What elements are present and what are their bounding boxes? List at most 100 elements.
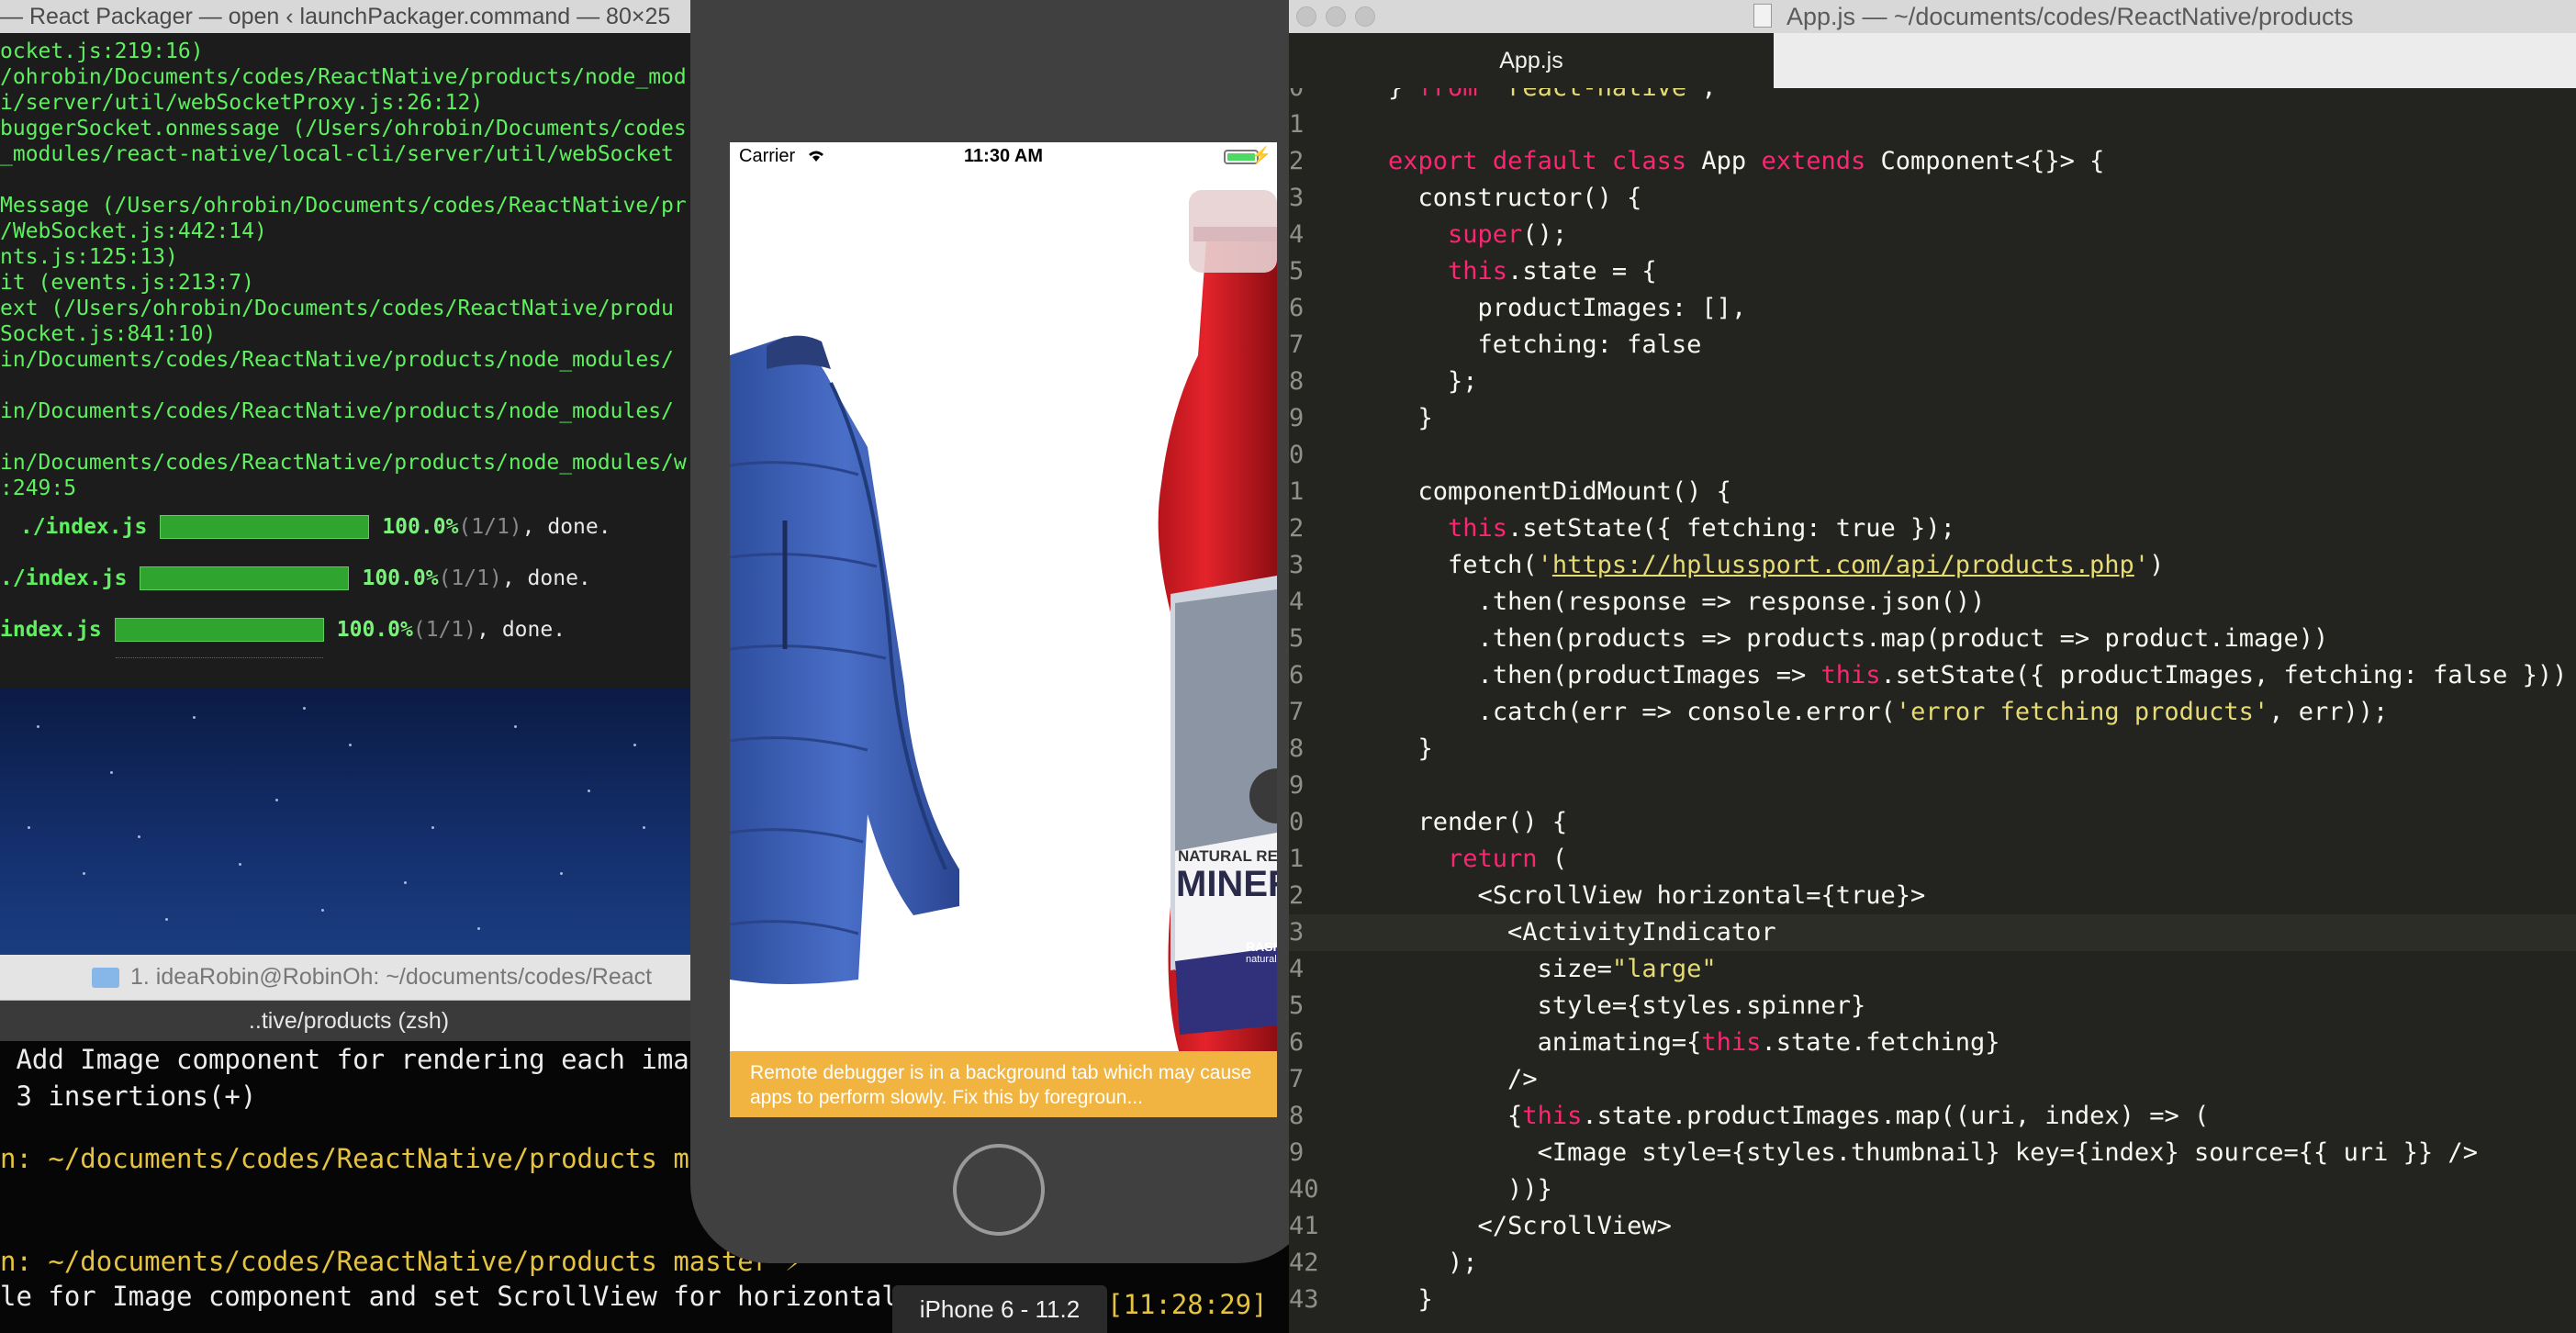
code-line[interactable]: 6 .then(productImages => this.setState({… — [1289, 657, 2576, 694]
code-text[interactable]: .catch(err => console.error('error fetch… — [1388, 694, 2389, 731]
status-time: 11:30 AM — [964, 146, 1043, 166]
bottle-label-small: NATURAL RE — [1178, 847, 1277, 865]
zsh-command-line: le for Image component and set ScrollVie… — [0, 1281, 979, 1312]
star — [321, 909, 324, 912]
code-line[interactable]: 42 ); — [1289, 1245, 2576, 1282]
line-number: 42 — [1289, 1249, 1319, 1277]
code-text[interactable]: this.state = { — [1388, 253, 1657, 290]
line-number: 3 — [1289, 551, 1305, 579]
code-text[interactable]: style={styles.spinner} — [1388, 988, 1866, 1025]
code-text[interactable]: size="large" — [1388, 951, 1717, 988]
code-line[interactable]: 0 render() { — [1289, 804, 2576, 841]
simulator-screen[interactable]: Carrier 11:30 AM ⚡ NATURAL RE MINE RASI … — [730, 142, 1277, 1117]
code-line[interactable]: 4 super(); — [1289, 217, 2576, 253]
code-line[interactable]: 9 <Image style={styles.thumbnail} key={i… — [1289, 1135, 2576, 1171]
code-line[interactable]: 3 constructor() { — [1289, 180, 2576, 217]
code-line[interactable]: 2 export default class App extends Compon… — [1289, 143, 2576, 180]
star — [431, 826, 434, 829]
code-line[interactable]: 9 — [1289, 767, 2576, 804]
code-line[interactable]: 8 }; — [1289, 364, 2576, 400]
star — [560, 872, 563, 875]
code-text[interactable]: return ( — [1388, 841, 1567, 878]
line-number: 9 — [1289, 404, 1305, 432]
code-text[interactable]: ); — [1388, 1245, 1478, 1282]
minimize-window-button[interactable] — [1326, 6, 1346, 27]
code-editor-window[interactable]: 0} from 'react-native';12export default … — [1289, 0, 2576, 1333]
code-line[interactable]: 3 <ActivityIndicator — [1289, 914, 2576, 951]
code-text[interactable]: }; — [1388, 364, 1478, 400]
code-text[interactable]: <ActivityIndicator — [1388, 914, 1776, 951]
charging-bolt-icon: ⚡ — [1250, 146, 1271, 164]
code-text[interactable]: <ScrollView horizontal={true}> — [1388, 878, 1926, 914]
code-line[interactable]: 5 this.state = { — [1289, 253, 2576, 290]
code-line[interactable]: 7 fetching: false — [1289, 327, 2576, 364]
code-line[interactable]: 5 .then(products => products.map(product… — [1289, 621, 2576, 657]
code-text[interactable]: export default class App extends Compone… — [1388, 143, 2104, 180]
line-number: 6 — [1289, 294, 1305, 322]
code-line[interactable]: 43 } — [1289, 1282, 2576, 1318]
code-text[interactable]: } — [1388, 400, 1433, 437]
code-line[interactable]: 4 size="large" — [1289, 951, 2576, 988]
code-line[interactable]: 7 /> — [1289, 1061, 2576, 1098]
code-text[interactable]: render() { — [1388, 804, 1568, 841]
code-text[interactable]: super(); — [1388, 217, 1567, 253]
tab-app-js[interactable]: App.js — [1289, 33, 1774, 88]
code-line[interactable]: 4 .then(response => response.json()) — [1289, 584, 2576, 621]
line-number: 1 — [1289, 845, 1305, 873]
terminal-tab-label[interactable]: 1. ideaRobin@RobinOh: ~/documents/codes/… — [130, 964, 652, 991]
code-text[interactable]: /> — [1388, 1061, 1538, 1098]
code-text[interactable]: this.setState({ fetching: true }); — [1388, 510, 1955, 547]
terminal-tab-bar[interactable]: 1. ideaRobin@RobinOh: ~/documents/codes/… — [0, 955, 698, 1001]
home-button[interactable] — [953, 1144, 1045, 1236]
code-text[interactable]: <Image style={styles.thumbnail} key={ind… — [1388, 1135, 2478, 1171]
packager-line: in/Documents/codes/ReactNative/products/… — [0, 348, 674, 372]
line-number: 4 — [1289, 220, 1305, 249]
bundle-progress-row: ./index.js 100.0% (1/1), done. — [0, 501, 698, 553]
debugger-warning-banner[interactable]: Remote debugger is in a background tab w… — [730, 1051, 1277, 1117]
packager-line: i/server/util/webSocketProxy.js:26:12) — [0, 91, 484, 115]
code-text[interactable]: constructor() { — [1388, 180, 1642, 217]
code-line[interactable]: 8 {this.state.productImages.map((uri, in… — [1289, 1098, 2576, 1135]
packager-line: Socket.js:841:10) — [0, 322, 217, 346]
desktop-background — [0, 689, 698, 955]
code-line[interactable]: 7 .catch(err => console.error('error fet… — [1289, 694, 2576, 731]
code-line[interactable]: 41 </ScrollView> — [1289, 1208, 2576, 1245]
code-line[interactable]: 9 } — [1289, 400, 2576, 437]
code-text[interactable]: ))} — [1388, 1171, 1552, 1208]
code-text[interactable]: {this.state.productImages.map((uri, inde… — [1388, 1098, 2209, 1135]
code-text[interactable]: fetching: false — [1388, 327, 1702, 364]
code-line[interactable]: 1 componentDidMount() { — [1289, 474, 2576, 510]
line-number: 2 — [1289, 147, 1305, 175]
code-text[interactable]: } — [1388, 1282, 1433, 1318]
code-text[interactable]: .then(products => products.map(product =… — [1388, 621, 2329, 657]
code-line[interactable]: 2 this.setState({ fetching: true }); — [1289, 510, 2576, 547]
code-line[interactable]: 40 ))} — [1289, 1171, 2576, 1208]
line-number: 9 — [1289, 771, 1305, 800]
code-line[interactable]: 3 fetch('https://hplussport.com/api/prod… — [1289, 547, 2576, 584]
code-text[interactable]: productImages: [], — [1388, 290, 1747, 327]
code-text[interactable]: componentDidMount() { — [1388, 474, 1731, 510]
zoom-window-button[interactable] — [1355, 6, 1375, 27]
code-text[interactable]: </ScrollView> — [1388, 1208, 1672, 1245]
packager-line: it (events.js:213:7) — [0, 271, 254, 295]
star — [37, 725, 39, 728]
code-line[interactable]: 0 — [1289, 437, 2576, 474]
code-text[interactable]: animating={this.state.fetching} — [1388, 1025, 2000, 1061]
code-text[interactable]: } — [1388, 731, 1433, 767]
code-line[interactable]: 5 style={styles.spinner} — [1289, 988, 2576, 1025]
code-text[interactable]: fetch('https://hplussport.com/api/produc… — [1388, 547, 2164, 584]
line-number: 7 — [1289, 330, 1305, 359]
code-line[interactable]: 1 return ( — [1289, 841, 2576, 878]
code-line[interactable]: 8 } — [1289, 731, 2576, 767]
code-line[interactable]: 2 <ScrollView horizontal={true}> — [1289, 878, 2576, 914]
code-text[interactable]: .then(productImages => this.setState({ p… — [1388, 657, 2568, 694]
code-area[interactable]: 0} from 'react-native';12export default … — [1289, 70, 2576, 1318]
code-text[interactable]: .then(response => response.json()) — [1388, 584, 1986, 621]
line-number: 7 — [1289, 1065, 1305, 1093]
close-window-button[interactable] — [1296, 6, 1316, 27]
code-line[interactable]: 6 animating={this.state.fetching} — [1289, 1025, 2576, 1061]
code-line[interactable]: 6 productImages: [], — [1289, 290, 2576, 327]
editor-title-bar: App.js — ~/documents/codes/ReactNative/p… — [1289, 0, 2576, 33]
code-line[interactable]: 1 — [1289, 106, 2576, 143]
prompt-path: n: ~/documents/codes/ReactNative/product… — [0, 1143, 674, 1174]
